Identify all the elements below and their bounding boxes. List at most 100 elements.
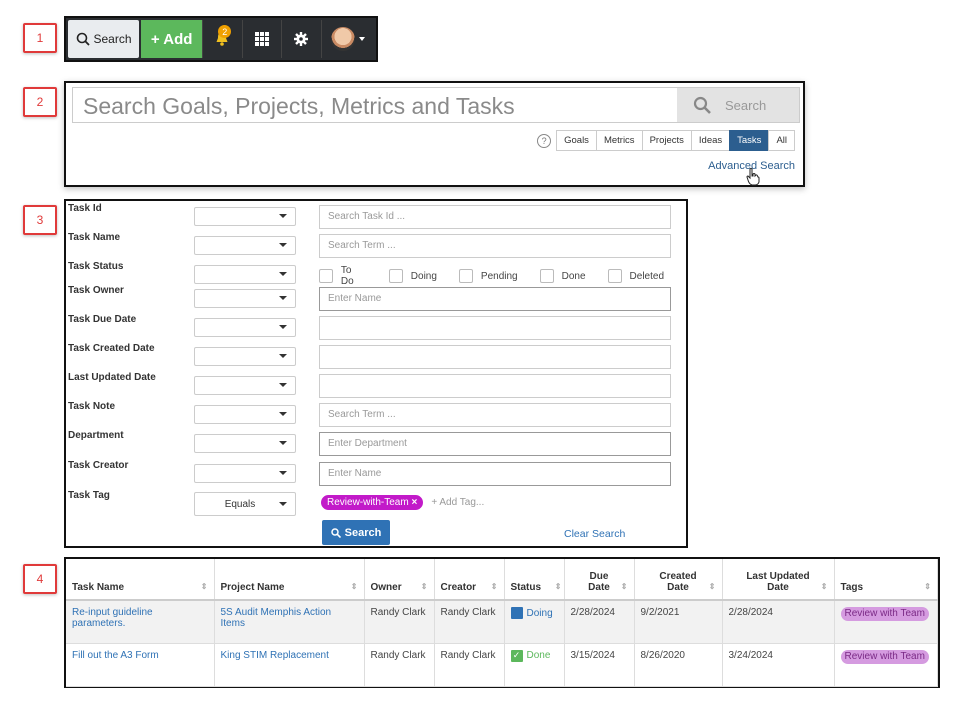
tag-chip[interactable]: Review with Team bbox=[840, 607, 929, 621]
task-link[interactable]: Re-input guideline parameters. bbox=[72, 607, 153, 629]
operator-select[interactable] bbox=[194, 207, 296, 226]
sort-icon[interactable]: ⇕ bbox=[555, 582, 562, 591]
filter-all[interactable]: All bbox=[768, 130, 795, 151]
department-input[interactable]: Enter Department bbox=[319, 432, 671, 456]
search-icon bbox=[693, 96, 711, 114]
clear-search-link[interactable]: Clear Search bbox=[564, 528, 625, 540]
filter-projects[interactable]: Projects bbox=[641, 130, 692, 151]
task-owner-input[interactable]: Enter Name bbox=[319, 287, 671, 311]
chevron-down-icon bbox=[279, 354, 287, 358]
task-name-input[interactable]: Search Term ... bbox=[319, 234, 671, 258]
add-button[interactable]: + Add bbox=[141, 20, 203, 58]
close-icon[interactable]: × bbox=[411, 497, 417, 508]
tag-chip[interactable]: Review with Team bbox=[840, 649, 929, 664]
nav-search-label: Search bbox=[93, 32, 132, 46]
help-icon[interactable]: ? bbox=[537, 133, 552, 148]
sort-icon[interactable]: ⇕ bbox=[421, 582, 428, 591]
form-label: Task Created Date bbox=[68, 343, 155, 354]
task-note-input[interactable]: Search Term ... bbox=[319, 403, 671, 427]
status-checkbox-done[interactable]: Done bbox=[539, 265, 586, 287]
status-checkbox-pending[interactable]: Pending bbox=[458, 265, 518, 287]
form-row-task-note: Task Note Search Term ... bbox=[66, 401, 686, 427]
filter-tasks[interactable]: Tasks bbox=[729, 130, 770, 151]
add-tag-input[interactable]: + Add Tag... bbox=[431, 497, 484, 508]
status-checkbox-doing[interactable]: Doing bbox=[388, 265, 437, 287]
settings-button[interactable] bbox=[281, 20, 320, 58]
status-checkbox-deleted[interactable]: Deleted bbox=[607, 265, 664, 287]
step-marker-2: 2 bbox=[23, 87, 57, 117]
column-header[interactable]: Status ⇕ bbox=[504, 559, 565, 601]
column-header[interactable]: Due Date ⇕ bbox=[564, 559, 635, 601]
project-link[interactable]: King STIM Replacement bbox=[221, 650, 329, 661]
column-header[interactable]: Owner ⇕ bbox=[364, 559, 435, 601]
tag-operator-select[interactable]: Equals bbox=[194, 492, 296, 516]
global-search-input[interactable]: Search Goals, Projects, Metrics and Task… bbox=[73, 88, 677, 122]
global-search-panel: Search Goals, Projects, Metrics and Task… bbox=[64, 81, 805, 187]
sort-icon[interactable]: ⇕ bbox=[621, 582, 628, 591]
nav-search-button[interactable]: Search bbox=[68, 20, 140, 58]
form-row-task-name: Task Name Search Term ... bbox=[66, 232, 686, 258]
operator-select[interactable] bbox=[194, 265, 296, 284]
chevron-down-icon bbox=[279, 296, 287, 300]
operator-select[interactable] bbox=[194, 464, 296, 483]
due-date-input[interactable] bbox=[319, 316, 671, 340]
task-link[interactable]: Fill out the A3 Form bbox=[72, 650, 159, 661]
form-label: Task Owner bbox=[68, 285, 124, 296]
operator-select[interactable] bbox=[194, 289, 296, 308]
status-badge: ✓ Done bbox=[510, 649, 558, 662]
created-date-cell: 8/26/2020 bbox=[634, 643, 723, 687]
column-header[interactable]: Task Name ⇕ bbox=[66, 559, 215, 601]
chevron-down-icon bbox=[279, 214, 287, 218]
updated-date-cell: 3/24/2024 bbox=[722, 643, 835, 687]
sort-icon[interactable]: ⇕ bbox=[821, 582, 828, 591]
column-header[interactable]: Last Updated Date ⇕ bbox=[722, 559, 835, 601]
form-label: Task Name bbox=[68, 232, 121, 243]
column-header[interactable]: Created Date ⇕ bbox=[634, 559, 723, 601]
task-creator-input[interactable]: Enter Name bbox=[319, 462, 671, 486]
operator-select[interactable] bbox=[194, 347, 296, 366]
sort-icon[interactable]: ⇕ bbox=[709, 582, 716, 591]
apps-grid-button[interactable] bbox=[241, 20, 281, 58]
task-id-input[interactable]: Search Task Id ... bbox=[319, 205, 671, 229]
advanced-search-submit-button[interactable]: Search bbox=[322, 520, 390, 545]
filter-metrics[interactable]: Metrics bbox=[595, 130, 643, 151]
column-header[interactable]: Creator ⇕ bbox=[434, 559, 505, 601]
global-search-box: Search Goals, Projects, Metrics and Task… bbox=[72, 87, 800, 123]
user-menu-button[interactable] bbox=[320, 20, 374, 58]
filter-ideas[interactable]: Ideas bbox=[690, 130, 731, 151]
sort-icon[interactable]: ⇕ bbox=[491, 582, 498, 591]
search-icon bbox=[76, 32, 90, 46]
table-row[interactable]: Fill out the A3 Form King STIM Replaceme… bbox=[66, 643, 938, 687]
operator-select[interactable] bbox=[194, 434, 296, 453]
form-row-task-status: Task Status To Do Doing Pending Done Del… bbox=[66, 261, 686, 287]
created-date-input[interactable] bbox=[319, 345, 671, 369]
owner-cell: Randy Clark bbox=[364, 643, 435, 687]
table-row[interactable]: Re-input guideline parameters. 5S Audit … bbox=[66, 600, 938, 644]
search-icon bbox=[330, 527, 341, 538]
selected-tag-chip[interactable]: Review-with-Team × bbox=[321, 495, 424, 510]
global-search-button[interactable]: Search bbox=[677, 88, 799, 122]
notifications-button[interactable]: 2 bbox=[202, 20, 241, 58]
operator-select[interactable] bbox=[194, 405, 296, 424]
operator-select[interactable] bbox=[194, 376, 296, 395]
table-header-row: Task Name ⇕ Project Name ⇕ Owner ⇕ Creator ⇕… bbox=[66, 559, 938, 601]
chevron-down-icon bbox=[279, 243, 287, 247]
column-header[interactable]: Tags ⇕ bbox=[834, 559, 938, 601]
filter-goals[interactable]: Goals bbox=[556, 130, 597, 151]
operator-select[interactable] bbox=[194, 236, 296, 255]
sort-icon[interactable]: ⇕ bbox=[351, 582, 358, 591]
creator-cell: Randy Clark bbox=[434, 600, 505, 644]
updated-date-input[interactable] bbox=[319, 374, 671, 398]
operator-select[interactable] bbox=[194, 318, 296, 337]
chevron-down-icon bbox=[279, 383, 287, 387]
sort-icon[interactable]: ⇕ bbox=[924, 582, 931, 591]
form-row-task-id: Task Id Search Task Id ... bbox=[66, 203, 686, 229]
column-header[interactable]: Project Name ⇕ bbox=[214, 559, 365, 601]
top-navigation-bar: Search + Add 2 bbox=[64, 16, 378, 62]
project-link[interactable]: 5S Audit Memphis Action Items bbox=[221, 607, 332, 629]
chevron-down-icon bbox=[358, 37, 365, 41]
chevron-down-icon bbox=[279, 471, 287, 475]
status-checkbox-todo[interactable]: To Do bbox=[319, 265, 367, 287]
form-label: Task Creator bbox=[68, 460, 129, 471]
sort-icon[interactable]: ⇕ bbox=[201, 582, 208, 591]
